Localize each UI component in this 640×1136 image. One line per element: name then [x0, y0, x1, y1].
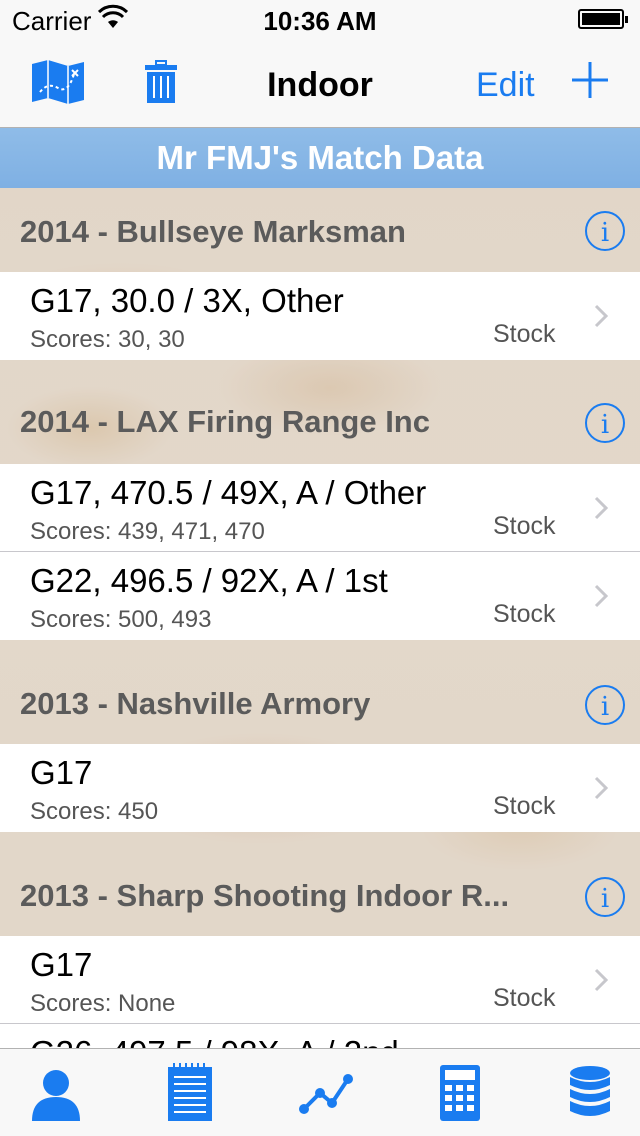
- row-scores: Scores: 30, 30: [30, 326, 185, 353]
- row-title: G17, 30.0 / 3X, Other: [30, 282, 344, 319]
- section-title: 2014 - Bullseye Marksman: [20, 214, 406, 249]
- section-header: 2013 - Sharp Shooting Indoor R... i: [0, 832, 640, 936]
- section-title: 2014 - LAX Firing Range Inc: [20, 404, 430, 439]
- tab-bar: [0, 1048, 640, 1136]
- list-item[interactable]: G17, 30.0 / 3X, Other Scores: 30, 30 Sto…: [0, 272, 640, 360]
- list-item[interactable]: G17 Scores: None Stock: [0, 936, 640, 1024]
- info-icon[interactable]: i: [584, 876, 626, 918]
- chevron-right-icon: [594, 304, 608, 328]
- section-title: 2013 - Sharp Shooting Indoor R...: [20, 878, 510, 913]
- list-item[interactable]: G17, 470.5 / 49X, A / Other Scores: 439,…: [0, 464, 640, 552]
- row-scores: Scores: None: [30, 990, 176, 1017]
- status-bar: Carrier 10:36 AM: [0, 0, 640, 40]
- row-detail: Stock: [493, 512, 556, 540]
- row-detail: Stock: [493, 792, 556, 820]
- battery-icon: [578, 9, 628, 29]
- nav-title: Indoor: [267, 66, 373, 104]
- plus-icon[interactable]: [570, 60, 610, 100]
- row-detail: Stock: [493, 600, 556, 628]
- info-icon[interactable]: i: [584, 684, 626, 726]
- list-item[interactable]: G26, 497.5 / 98X, A / 2nd: [0, 1024, 640, 1048]
- row-title: G17: [30, 946, 93, 983]
- person-icon[interactable]: [26, 1063, 86, 1123]
- list-item[interactable]: G22, 496.5 / 92X, A / 1st Scores: 500, 4…: [0, 552, 640, 640]
- calculator-icon[interactable]: [430, 1063, 490, 1123]
- navigation-bar: Indoor Edit: [0, 40, 640, 128]
- edit-button[interactable]: Edit: [476, 66, 535, 105]
- row-scores: Scores: 500, 493: [30, 606, 212, 633]
- section-title: 2013 - Nashville Armory: [20, 686, 371, 721]
- match-data-banner: Mr FMJ's Match Data: [0, 128, 640, 188]
- svg-text:i: i: [601, 884, 609, 914]
- row-title: G17: [30, 754, 93, 791]
- row-detail: Stock: [493, 320, 556, 348]
- chevron-right-icon: [594, 968, 608, 992]
- match-list[interactable]: 2014 - Bullseye Marksman i G17, 30.0 / 3…: [0, 188, 640, 1048]
- row-scores: Scores: 450: [30, 798, 159, 825]
- list-item[interactable]: G17 Scores: 450 Stock: [0, 744, 640, 832]
- section-header: 2013 - Nashville Armory i: [0, 640, 640, 744]
- info-icon[interactable]: i: [584, 402, 626, 444]
- graph-icon[interactable]: [296, 1063, 356, 1123]
- row-title: G17, 470.5 / 49X, A / Other: [30, 474, 427, 511]
- status-time: 10:36 AM: [263, 6, 377, 36]
- info-icon[interactable]: i: [584, 210, 626, 252]
- notepad-icon[interactable]: [160, 1063, 220, 1123]
- section-header: 2014 - Bullseye Marksman i: [0, 188, 640, 272]
- chevron-right-icon: [594, 496, 608, 520]
- chevron-right-icon: [594, 776, 608, 800]
- svg-text:i: i: [601, 410, 609, 440]
- chevron-right-icon: [594, 584, 608, 608]
- svg-text:i: i: [601, 692, 609, 722]
- row-detail: Stock: [493, 984, 556, 1012]
- row-title: G26, 497.5 / 98X, A / 2nd: [30, 1034, 399, 1048]
- database-icon[interactable]: [560, 1063, 620, 1123]
- row-title: G22, 496.5 / 92X, A / 1st: [30, 562, 388, 599]
- svg-text:i: i: [601, 218, 609, 248]
- row-scores: Scores: 439, 471, 470: [30, 518, 265, 545]
- section-header: 2014 - LAX Firing Range Inc i: [0, 360, 640, 464]
